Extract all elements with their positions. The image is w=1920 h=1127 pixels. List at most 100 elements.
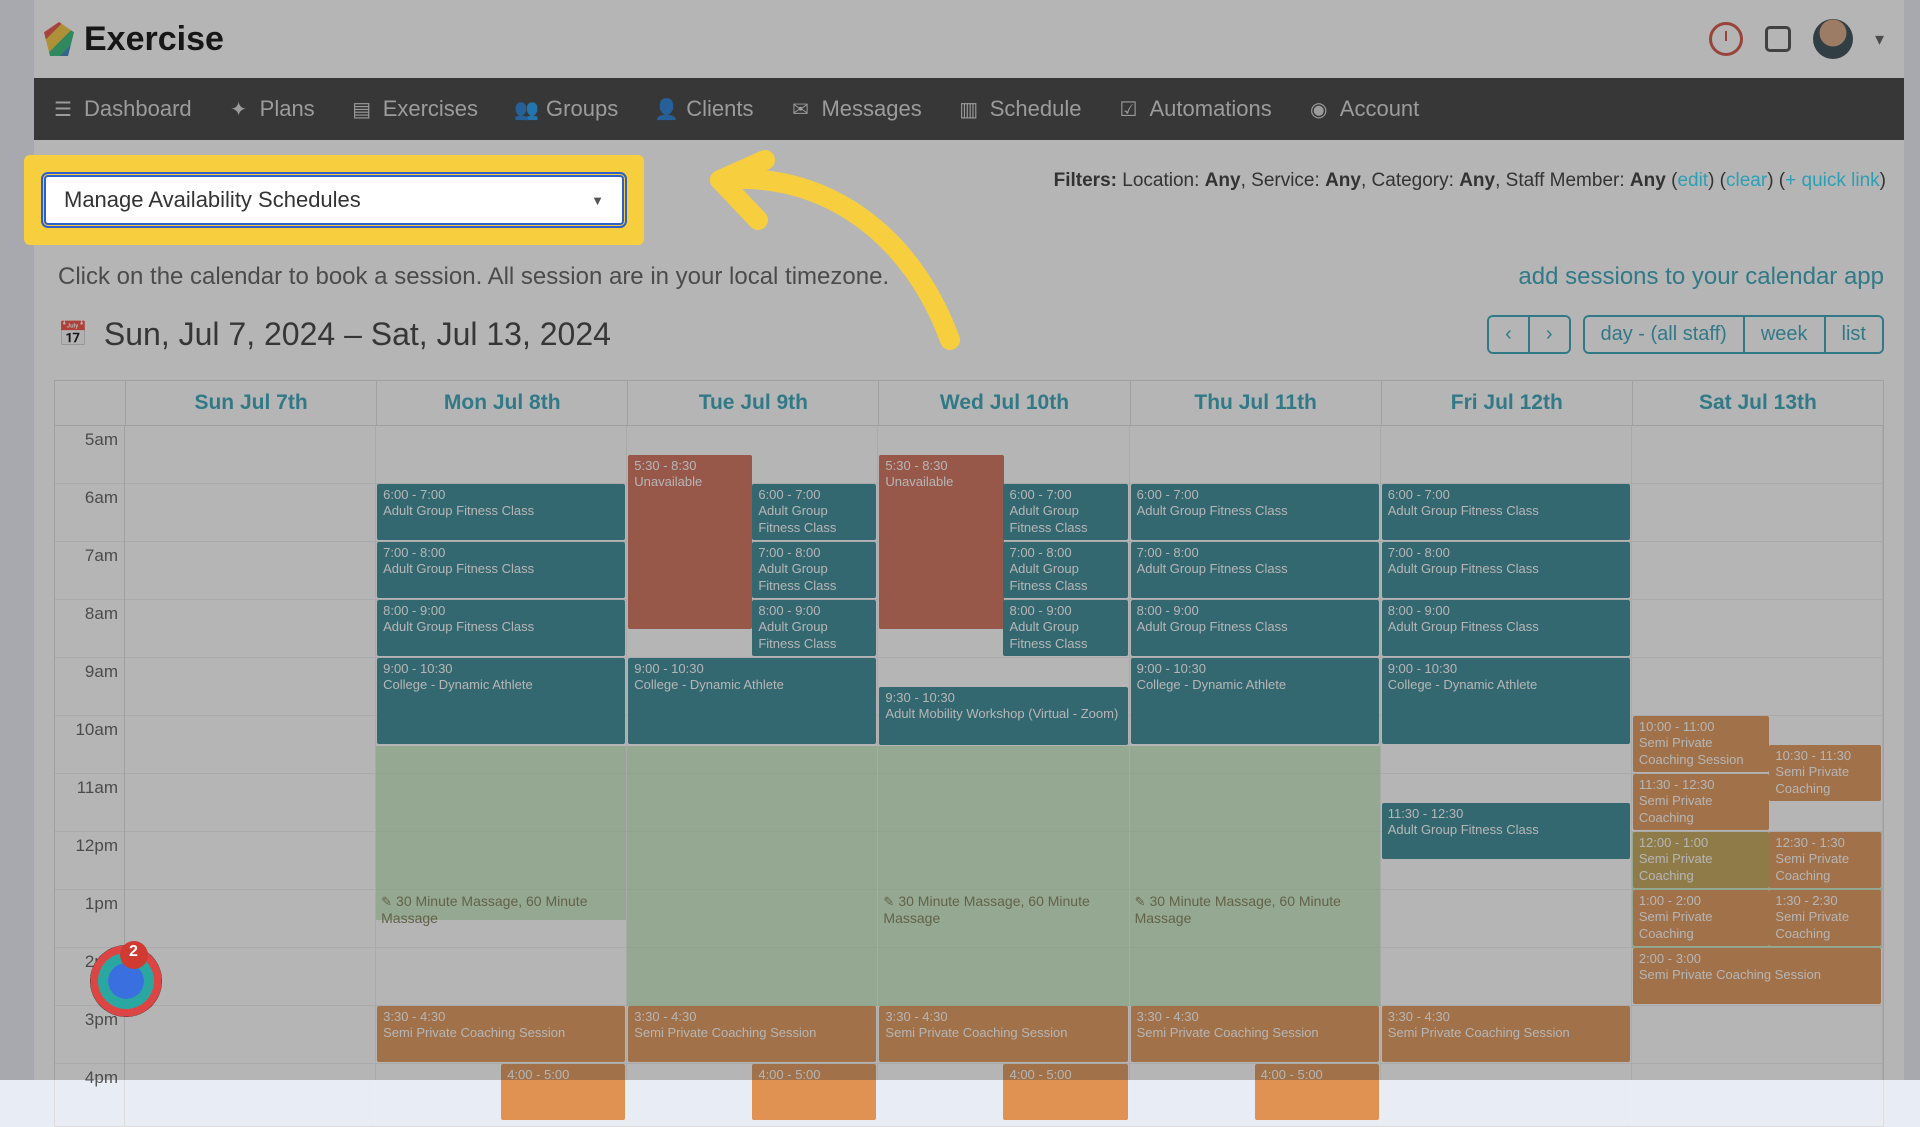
event[interactable]: 9:00 - 10:30College - Dynamic Athlete <box>1131 658 1379 744</box>
user-icon: 👤 <box>654 97 676 122</box>
day-column-sat[interactable]: 10:00 - 11:00Semi Private Coaching Sessi… <box>1632 426 1883 1126</box>
group-icon: 👥 <box>514 97 536 122</box>
event[interactable]: 9:30 - 10:30Adult Mobility Workshop (Vir… <box>879 687 1127 745</box>
time-label: 5am <box>55 426 124 484</box>
event-unavailable[interactable]: 5:30 - 8:30Unavailable <box>879 455 1003 629</box>
event[interactable]: 4:00 - 5:00 <box>752 1064 876 1120</box>
filters-quicklink[interactable]: + quick link <box>1785 170 1880 191</box>
day-column-wed[interactable]: 5:30 - 8:30Unavailable 6:00 - 7:00Adult … <box>878 426 1129 1126</box>
event[interactable]: 9:00 - 10:30College - Dynamic Athlete <box>377 658 625 744</box>
event[interactable]: 7:00 - 8:00Adult Group Fitness Class <box>1003 542 1127 598</box>
view-week-button[interactable]: week <box>1743 317 1824 352</box>
day-header[interactable]: Wed Jul 10th <box>878 381 1129 425</box>
pencil-icon: ✎ <box>1135 894 1146 909</box>
event[interactable]: 9:00 - 10:30College - Dynamic Athlete <box>1382 658 1630 744</box>
add-sessions-link[interactable]: add sessions to your calendar app <box>1518 263 1884 291</box>
calendar-body[interactable]: 5am 6am 7am 8am 9am 10am 11am 12pm 1pm 2… <box>55 426 1883 1126</box>
day-column-mon[interactable]: 6:00 - 7:00Adult Group Fitness Class 7:0… <box>376 426 627 1126</box>
mail-icon: ✉ <box>789 97 811 122</box>
view-list-button[interactable]: list <box>1824 317 1882 352</box>
event-unavailable[interactable]: 5:30 - 8:30Unavailable <box>628 455 752 629</box>
event[interactable]: 4:00 - 5:00 <box>1003 1064 1127 1120</box>
nav-groups[interactable]: 👥Groups <box>514 96 618 122</box>
event[interactable]: 7:00 - 8:00Adult Group Fitness Class <box>1382 542 1630 598</box>
time-label: 10am <box>55 716 124 774</box>
massage-slot[interactable]: ✎30 Minute Massage, 60 Minute Massage <box>1132 890 1378 929</box>
event[interactable]: 8:00 - 9:00Adult Group Fitness Class <box>377 600 625 656</box>
nav-exercises[interactable]: ▤Exercises <box>351 96 478 122</box>
filters-edit-link[interactable]: edit <box>1677 170 1708 191</box>
view-day-button[interactable]: day - (all staff) <box>1585 317 1743 352</box>
event[interactable]: 6:00 - 7:00Adult Group Fitness Class <box>1382 484 1630 540</box>
event[interactable]: 1:30 - 2:30Semi Private Coaching <box>1769 890 1881 946</box>
event[interactable]: 8:00 - 9:00Adult Group Fitness Class <box>1003 600 1127 656</box>
event[interactable]: 6:00 - 7:00Adult Group Fitness Class <box>1131 484 1379 540</box>
brand[interactable]: Exercise <box>44 20 224 59</box>
day-column-tue[interactable]: 5:30 - 8:30Unavailable 6:00 - 7:00Adult … <box>627 426 878 1126</box>
massage-slot[interactable]: ✎30 Minute Massage, 60 Minute Massage <box>880 890 1126 929</box>
event[interactable]: 3:30 - 4:30Semi Private Coaching Session <box>377 1006 625 1062</box>
event[interactable]: 12:30 - 1:30Semi Private Coaching <box>1769 832 1881 888</box>
nav-dashboard[interactable]: ☰Dashboard <box>52 96 192 122</box>
event[interactable]: 8:00 - 9:00Adult Group Fitness Class <box>1382 600 1630 656</box>
event[interactable]: 3:30 - 4:30Semi Private Coaching Session <box>1131 1006 1379 1062</box>
nav-schedule[interactable]: ▥Schedule <box>958 96 1082 122</box>
day-header[interactable]: Thu Jul 11th <box>1130 381 1381 425</box>
event[interactable]: 10:30 - 11:30Semi Private Coaching <box>1769 745 1881 801</box>
dropdown-selected: Manage Availability Schedules <box>64 187 361 213</box>
event[interactable]: 8:00 - 9:00Adult Group Fitness Class <box>1131 600 1379 656</box>
event[interactable]: 3:30 - 4:30Semi Private Coaching Session <box>879 1006 1127 1062</box>
filters-label: Filters: <box>1054 170 1117 191</box>
event[interactable]: 3:30 - 4:30Semi Private Coaching Session <box>628 1006 876 1062</box>
nav-messages[interactable]: ✉Messages <box>789 96 921 122</box>
day-column-fri[interactable]: 6:00 - 7:00Adult Group Fitness Class 7:0… <box>1381 426 1632 1126</box>
filters-clear-link[interactable]: clear <box>1726 170 1767 191</box>
event[interactable]: 2:00 - 3:00Semi Private Coaching Session <box>1633 948 1881 1004</box>
event[interactable]: 8:00 - 9:00Adult Group Fitness Class <box>752 600 876 656</box>
nav-automations[interactable]: ☑Automations <box>1117 96 1271 122</box>
event[interactable]: 12:00 - 1:00Semi Private Coaching <box>1633 832 1770 888</box>
day-header[interactable]: Sat Jul 13th <box>1632 381 1883 425</box>
event[interactable]: 3:30 - 4:30Semi Private Coaching Session <box>1382 1006 1630 1062</box>
avatar-caret-icon[interactable]: ▾ <box>1875 29 1884 50</box>
calendar[interactable]: Sun Jul 7th Mon Jul 8th Tue Jul 9th Wed … <box>54 380 1884 1127</box>
event[interactable]: 6:00 - 7:00Adult Group Fitness Class <box>1003 484 1127 540</box>
day-column-thu[interactable]: 6:00 - 7:00Adult Group Fitness Class 7:0… <box>1130 426 1381 1126</box>
pencil-icon: ✎ <box>883 894 894 909</box>
event[interactable]: 4:00 - 5:00 <box>501 1064 625 1120</box>
event[interactable]: 1:00 - 2:00Semi Private Coaching <box>1633 890 1770 946</box>
widget-badge-count: 2 <box>129 943 138 961</box>
event[interactable]: 4:00 - 5:00 <box>1255 1064 1379 1120</box>
event[interactable]: 11:30 - 12:30Adult Group Fitness Class <box>1382 803 1630 859</box>
day-header[interactable]: Fri Jul 12th <box>1381 381 1632 425</box>
event[interactable]: 7:00 - 8:00Adult Group Fitness Class <box>377 542 625 598</box>
day-header[interactable]: Sun Jul 7th <box>125 381 376 425</box>
event[interactable]: 9:00 - 10:30College - Dynamic Athlete <box>628 658 876 744</box>
event[interactable]: 10:00 - 11:00Semi Private Coaching Sessi… <box>1633 716 1770 772</box>
manage-availability-dropdown[interactable]: Manage Availability Schedules ▼ <box>44 175 624 225</box>
availability-block[interactable] <box>627 746 877 1006</box>
day-header[interactable]: Mon Jul 8th <box>376 381 627 425</box>
event[interactable]: 7:00 - 8:00Adult Group Fitness Class <box>1131 542 1379 598</box>
event[interactable]: 7:00 - 8:00Adult Group Fitness Class <box>752 542 876 598</box>
next-button[interactable]: › <box>1528 317 1569 352</box>
brand-name: Exercise <box>84 20 224 59</box>
event[interactable]: 6:00 - 7:00Adult Group Fitness Class <box>377 484 625 540</box>
nav-plans[interactable]: ✦Plans <box>228 96 315 122</box>
avatar[interactable] <box>1813 19 1853 59</box>
nav-account[interactable]: ◉Account <box>1308 96 1420 122</box>
event[interactable]: 6:00 - 7:00Adult Group Fitness Class <box>752 484 876 540</box>
day-column-sun[interactable] <box>125 426 376 1126</box>
time-label: 8am <box>55 600 124 658</box>
day-header[interactable]: Tue Jul 9th <box>627 381 878 425</box>
clock-icon[interactable] <box>1709 22 1743 56</box>
assistant-widget[interactable]: 2 <box>90 945 162 1017</box>
nav-clients[interactable]: 👤Clients <box>654 96 753 122</box>
massage-slot[interactable]: ✎30 Minute Massage, 60 Minute Massage <box>378 890 624 929</box>
event[interactable]: 11:30 - 12:30Semi Private Coaching <box>1633 774 1770 830</box>
prev-button[interactable]: ‹ <box>1489 317 1528 352</box>
calendar-icon[interactable]: 📅 <box>58 320 88 349</box>
availability-block[interactable] <box>878 746 1128 1006</box>
availability-block[interactable] <box>1130 746 1380 1006</box>
checkbox-icon[interactable] <box>1765 26 1791 52</box>
